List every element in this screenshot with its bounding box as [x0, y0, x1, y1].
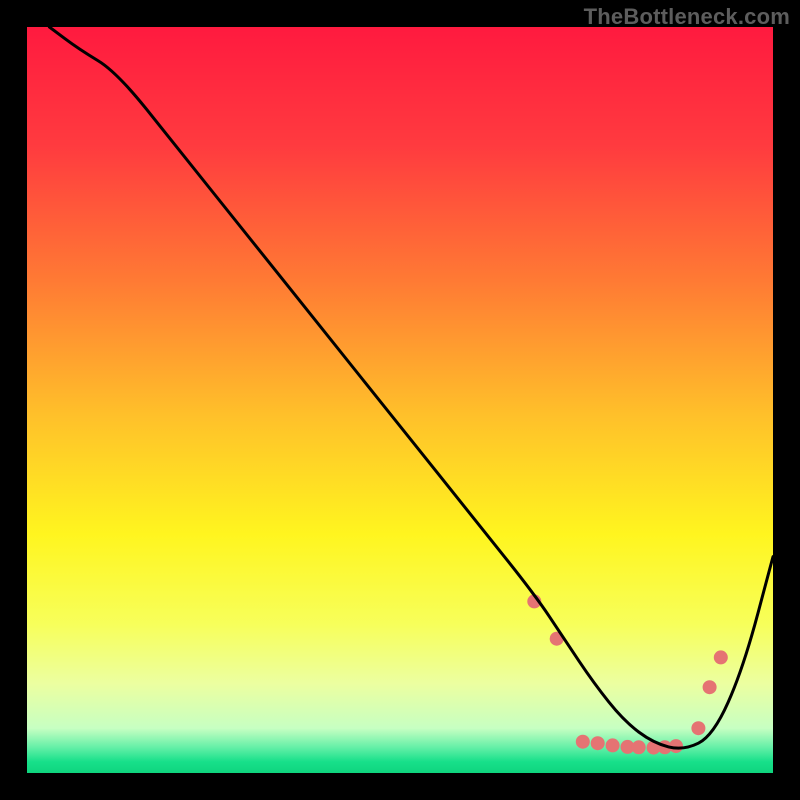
- data-point: [632, 740, 646, 754]
- data-point: [591, 736, 605, 750]
- plot-area: [27, 27, 773, 773]
- data-point: [606, 738, 620, 752]
- data-point: [714, 650, 728, 664]
- chart-svg: [27, 27, 773, 773]
- data-point: [703, 680, 717, 694]
- data-point: [576, 735, 590, 749]
- data-point: [691, 721, 705, 735]
- data-point-markers: [527, 594, 728, 754]
- bottleneck-curve: [49, 27, 773, 748]
- chart-stage: TheBottleneck.com: [0, 0, 800, 800]
